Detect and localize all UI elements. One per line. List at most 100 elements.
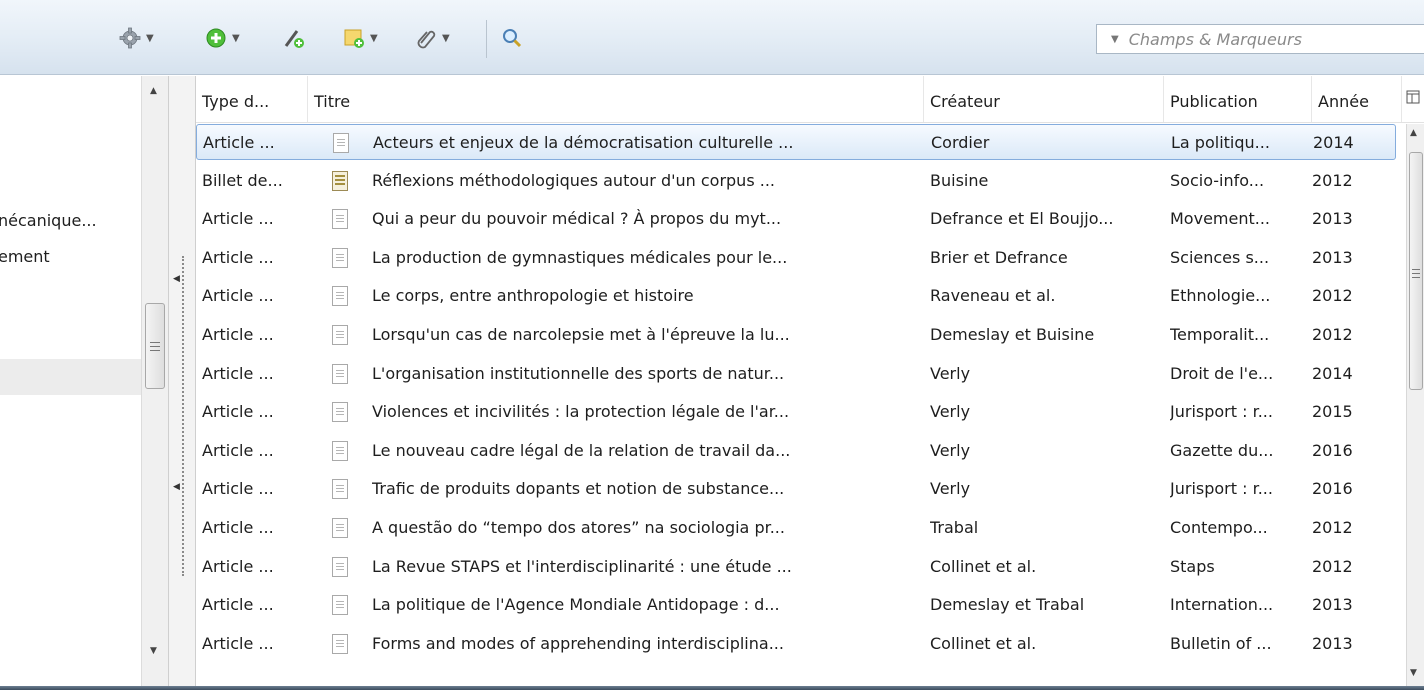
add-by-identifier-button[interactable] (282, 24, 306, 52)
actions-menu-button[interactable]: ▼ (118, 24, 154, 52)
cell-item-type: Article ... (202, 209, 274, 229)
scroll-up-arrow-icon[interactable]: ▲ (150, 86, 157, 96)
advanced-search-button[interactable] (500, 24, 524, 52)
cell-publication: Staps (1170, 556, 1215, 576)
column-header-year[interactable]: Année (1312, 76, 1402, 122)
table-row[interactable]: Article ... La politique de l'Agence Mond… (196, 587, 1396, 623)
collapse-left-arrow-icon[interactable]: ◀ (173, 482, 180, 492)
collection-item[interactable]: nécanique... (0, 203, 97, 239)
column-header-type[interactable]: Type d... (196, 76, 308, 122)
add-attachment-button[interactable]: ▼ (414, 24, 450, 52)
cell-year: 2013 (1312, 633, 1353, 653)
grip-line (150, 346, 160, 347)
cell-creator: Demeslay et Trabal (930, 595, 1085, 615)
cell-creator: Defrance et El Boujjo... (930, 209, 1114, 229)
grip-line (150, 350, 160, 351)
table-row[interactable]: Article ... Lorsqu'un cas de narcolepsie … (196, 317, 1396, 353)
cell-year: 2012 (1312, 170, 1353, 190)
collection-item-selected[interactable] (0, 359, 141, 395)
search-mode-dropdown-icon[interactable]: ▼ (1111, 34, 1119, 45)
cell-year: 2012 (1312, 518, 1353, 537)
items-scrollbar[interactable]: ▲ ▼ (1406, 124, 1424, 686)
column-header-title[interactable]: Titre (308, 76, 924, 122)
document-icon-glyph (332, 518, 348, 538)
document-icon-glyph (332, 402, 348, 423)
items-table: Type d... Titre Créateur Publication Ann… (196, 76, 1424, 686)
new-note-button[interactable]: ▼ (342, 24, 378, 52)
table-row[interactable]: Article ... Forms and modes of apprehendi… (196, 626, 1396, 662)
column-header-publication[interactable]: Publication (1164, 76, 1312, 122)
table-row[interactable]: Article ... Qui a peur du pouvoir médical… (196, 201, 1396, 237)
cell-year: 2013 (1312, 595, 1353, 615)
cell-creator: Verly (930, 440, 971, 460)
scroll-up-arrow-icon[interactable]: ▲ (1410, 128, 1417, 138)
collections-scrollbar[interactable]: ▲ ▼ (141, 76, 168, 686)
table-row[interactable]: Article ... A questão do “tempo dos atore… (196, 510, 1396, 546)
cell-creator: Verly (930, 402, 971, 422)
table-row[interactable]: Article ... L'organisation institutionnel… (196, 356, 1396, 392)
paperclip-icon (414, 26, 438, 50)
cell-year: 2012 (1312, 556, 1353, 576)
cell-publication: Gazette du... (1170, 440, 1274, 460)
chevron-down-icon: ▼ (370, 32, 378, 44)
table-row[interactable]: Billet de... Réflexions méthodologiques a… (196, 163, 1396, 199)
document-icon-glyph (332, 595, 348, 616)
cell-year: 2015 (1312, 402, 1353, 422)
column-header-creator[interactable]: Créateur (924, 76, 1164, 122)
cell-title: La production de gymnastiques médicales … (372, 247, 788, 267)
collection-item[interactable]: ement (0, 239, 50, 275)
cell-title: Réflexions méthodologiques autour d'un c… (372, 170, 775, 190)
cell-publication: Movement... (1170, 209, 1271, 229)
scroll-down-arrow-icon[interactable]: ▼ (1410, 668, 1417, 678)
splitter-grip (182, 256, 184, 576)
cell-publication: Socio-info... (1170, 170, 1265, 190)
cell-creator: Verly (930, 479, 971, 499)
cell-title: Le corps, entre anthropologie et histoir… (372, 286, 694, 306)
collapse-left-arrow-icon[interactable]: ◀ (173, 274, 180, 284)
note-add-icon (342, 26, 366, 50)
cell-publication: La politiqu... (1171, 133, 1270, 152)
scroll-down-arrow-icon[interactable]: ▼ (150, 646, 157, 656)
cell-publication: Ethnologie... (1170, 286, 1271, 306)
search-input[interactable] (1126, 28, 1391, 50)
new-item-button[interactable]: ▼ (204, 24, 240, 52)
cell-year: 2012 (1312, 286, 1353, 306)
cell-year: 2012 (1312, 325, 1353, 344)
cell-item-type: Article ... (202, 247, 274, 267)
document-icon (332, 479, 352, 500)
document-icon (332, 247, 352, 268)
table-row[interactable]: Article ... Trafic de produits dopants et… (196, 471, 1396, 507)
cell-title: Forms and modes of apprehending interdis… (372, 633, 784, 653)
pane-splitter[interactable]: ◀ ◀ (168, 76, 196, 686)
document-icon-glyph (332, 247, 348, 268)
cell-item-type: Article ... (202, 440, 274, 460)
search-box[interactable]: ▼ (1096, 24, 1424, 54)
chevron-down-icon: ▼ (146, 32, 154, 44)
cell-year: 2014 (1313, 133, 1354, 152)
document-icon-glyph (333, 133, 349, 153)
cell-item-type: Article ... (203, 133, 275, 152)
gear-icon (118, 26, 142, 50)
table-row[interactable]: Article ... Le corps, entre anthropologie… (196, 278, 1396, 314)
cell-year: 2013 (1312, 209, 1353, 229)
document-icon (332, 363, 352, 384)
column-picker-icon[interactable] (1406, 90, 1422, 106)
table-row[interactable]: Article ... Le nouveau cadre légal de la … (196, 433, 1396, 469)
table-row[interactable]: Article ... Violences et incivilités : la… (196, 394, 1396, 430)
table-row[interactable]: Article ... Acteurs et enjeux de la démoc… (196, 124, 1396, 160)
blog-post-icon-glyph (332, 170, 348, 191)
document-icon (332, 595, 352, 616)
scrollbar-thumb[interactable] (145, 303, 165, 389)
cell-publication: Internation... (1170, 595, 1274, 615)
cell-creator: Trabal (930, 518, 979, 537)
document-icon-glyph (332, 556, 348, 577)
cell-item-type: Article ... (202, 479, 274, 499)
cell-publication: Droit de l'e... (1170, 363, 1274, 383)
grip-line (1412, 273, 1420, 274)
cell-publication: Sciences s... (1170, 247, 1270, 267)
cell-item-type: Article ... (202, 286, 274, 306)
cell-title: La politique de l'Agence Mondiale Antido… (372, 595, 780, 615)
table-row[interactable]: Article ... La production de gymnastiques… (196, 240, 1396, 276)
table-row[interactable]: Article ... La Revue STAPS et l'interdisc… (196, 549, 1396, 585)
scrollbar-thumb[interactable] (1409, 152, 1423, 390)
